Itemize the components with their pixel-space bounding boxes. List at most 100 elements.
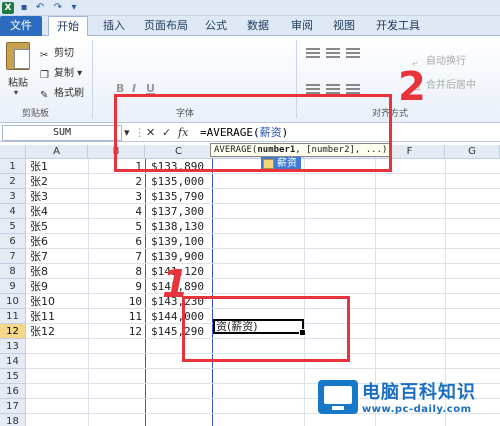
watermark-url: www.pc-daily.com bbox=[362, 404, 472, 415]
cell-number[interactable]: 11 bbox=[88, 309, 145, 324]
annotation-number-2: 2 bbox=[398, 64, 426, 110]
cell-name[interactable]: 张2 bbox=[30, 174, 88, 189]
tab-formulas[interactable]: 公式 bbox=[200, 16, 232, 36]
ribbon-tabs: 文件 开始 插入 页面布局 公式 数据 审阅 视图 开发工具 bbox=[0, 16, 500, 37]
tab-developer[interactable]: 开发工具 bbox=[370, 16, 426, 36]
cell-number[interactable] bbox=[88, 339, 145, 354]
cell-salary[interactable]: $138,130 bbox=[148, 219, 212, 234]
cell-name[interactable]: 张1 bbox=[30, 159, 88, 174]
cell-name[interactable]: 张8 bbox=[30, 264, 88, 279]
cut-button[interactable]: ✂ 剪切 bbox=[40, 44, 74, 62]
column-header-g[interactable]: G bbox=[445, 145, 500, 159]
cell-salary[interactable]: $139,100 bbox=[148, 234, 212, 249]
cell-number[interactable]: 2 bbox=[88, 174, 145, 189]
cell-salary[interactable] bbox=[148, 384, 212, 399]
row-header[interactable]: 14 bbox=[0, 354, 26, 369]
undo-icon[interactable]: ↶ bbox=[34, 2, 46, 14]
cell-name[interactable]: 张9 bbox=[30, 279, 88, 294]
row-header[interactable]: 2 bbox=[0, 174, 26, 189]
cell-number[interactable] bbox=[88, 399, 145, 414]
cell-name[interactable]: 张3 bbox=[30, 189, 88, 204]
cell-name[interactable] bbox=[30, 414, 88, 426]
cell-name[interactable]: 张11 bbox=[30, 309, 88, 324]
paste-dropdown-icon[interactable]: ▾ bbox=[14, 88, 18, 97]
cell-salary[interactable] bbox=[148, 414, 212, 426]
tab-page-layout[interactable]: 页面布局 bbox=[138, 16, 194, 36]
cell-number[interactable]: 9 bbox=[88, 279, 145, 294]
cell-name[interactable] bbox=[30, 384, 88, 399]
name-box[interactable]: SUM bbox=[2, 125, 122, 141]
row-header[interactable]: 8 bbox=[0, 264, 26, 279]
row-header[interactable]: 10 bbox=[0, 294, 26, 309]
cell-number[interactable] bbox=[88, 369, 145, 384]
cell-name[interactable] bbox=[30, 399, 88, 414]
redo-icon[interactable]: ↷ bbox=[52, 2, 64, 14]
cell-salary[interactable]: $135,000 bbox=[148, 174, 212, 189]
align-middle-icon[interactable] bbox=[326, 48, 340, 60]
cell-name[interactable]: 张5 bbox=[30, 219, 88, 234]
annotation-box-1 bbox=[182, 296, 350, 362]
clipboard-group-label: 剪贴板 bbox=[22, 109, 50, 119]
row-header[interactable]: 1 bbox=[0, 159, 26, 174]
cell-name[interactable] bbox=[30, 339, 88, 354]
row-header[interactable]: 17 bbox=[0, 399, 26, 414]
cell-salary[interactable] bbox=[148, 369, 212, 384]
cell-name[interactable]: 张10 bbox=[30, 294, 88, 309]
column-header-a[interactable]: A bbox=[26, 145, 88, 159]
tab-review[interactable]: 审阅 bbox=[284, 16, 320, 36]
save-icon[interactable]: ▪ bbox=[18, 2, 30, 14]
format-painter-button[interactable]: ✎ 格式刷 bbox=[40, 84, 84, 102]
cell-number[interactable]: 7 bbox=[88, 249, 145, 264]
cell-number[interactable]: 4 bbox=[88, 204, 145, 219]
row-header[interactable]: 16 bbox=[0, 384, 26, 399]
row-header[interactable]: 7 bbox=[0, 249, 26, 264]
copy-button[interactable]: ❐ 复制 ▾ bbox=[40, 64, 82, 82]
row-header[interactable]: 6 bbox=[0, 234, 26, 249]
cell-name[interactable]: 张7 bbox=[30, 249, 88, 264]
tab-insert[interactable]: 插入 bbox=[96, 16, 132, 36]
cell-salary[interactable] bbox=[148, 399, 212, 414]
cell-number[interactable] bbox=[88, 354, 145, 369]
cell-number[interactable]: 10 bbox=[88, 294, 145, 309]
group-divider bbox=[92, 40, 93, 118]
customize-qat-icon[interactable]: ▾ bbox=[68, 2, 80, 14]
cell-number[interactable]: 12 bbox=[88, 324, 145, 339]
tab-data[interactable]: 数据 bbox=[240, 16, 276, 36]
cell-number[interactable]: 6 bbox=[88, 234, 145, 249]
cell-number[interactable]: 8 bbox=[88, 264, 145, 279]
cell-name[interactable] bbox=[30, 354, 88, 369]
tab-home[interactable]: 开始 bbox=[48, 16, 88, 37]
select-all-corner[interactable] bbox=[0, 145, 26, 159]
row-header[interactable]: 4 bbox=[0, 204, 26, 219]
monitor-logo-icon bbox=[318, 380, 358, 414]
tab-file[interactable]: 文件 bbox=[0, 16, 42, 36]
cell-number[interactable] bbox=[88, 384, 145, 399]
cell-name[interactable] bbox=[30, 369, 88, 384]
excel-logo-icon: X bbox=[2, 2, 14, 14]
paste-label: 粘贴 bbox=[8, 78, 28, 89]
scissors-icon: ✂ bbox=[40, 50, 49, 61]
row-header[interactable]: 11 bbox=[0, 309, 26, 324]
annotation-box-2 bbox=[114, 94, 392, 172]
cell-number[interactable]: 5 bbox=[88, 219, 145, 234]
cell-salary[interactable]: $135,790 bbox=[148, 189, 212, 204]
annotation-number-1: 1 bbox=[162, 262, 189, 306]
cell-name[interactable]: 张6 bbox=[30, 234, 88, 249]
cell-number[interactable] bbox=[88, 414, 145, 426]
cell-salary[interactable]: $137,300 bbox=[148, 204, 212, 219]
row-header[interactable]: 13 bbox=[0, 339, 26, 354]
row-header[interactable]: 5 bbox=[0, 219, 26, 234]
tab-view[interactable]: 视图 bbox=[326, 16, 362, 36]
row-header[interactable]: 18 bbox=[0, 414, 26, 426]
align-top-icon[interactable] bbox=[306, 48, 320, 60]
cell-number[interactable]: 3 bbox=[88, 189, 145, 204]
align-bottom-icon[interactable] bbox=[346, 48, 360, 60]
row-header[interactable]: 15 bbox=[0, 369, 26, 384]
cell-name[interactable]: 张12 bbox=[30, 324, 88, 339]
watermark: 电脑百科知识 www.pc-daily.com bbox=[318, 376, 500, 426]
cell-name[interactable]: 张4 bbox=[30, 204, 88, 219]
watermark-title: 电脑百科知识 bbox=[362, 382, 476, 403]
row-header[interactable]: 12 bbox=[0, 324, 26, 339]
row-header[interactable]: 9 bbox=[0, 279, 26, 294]
row-header[interactable]: 3 bbox=[0, 189, 26, 204]
